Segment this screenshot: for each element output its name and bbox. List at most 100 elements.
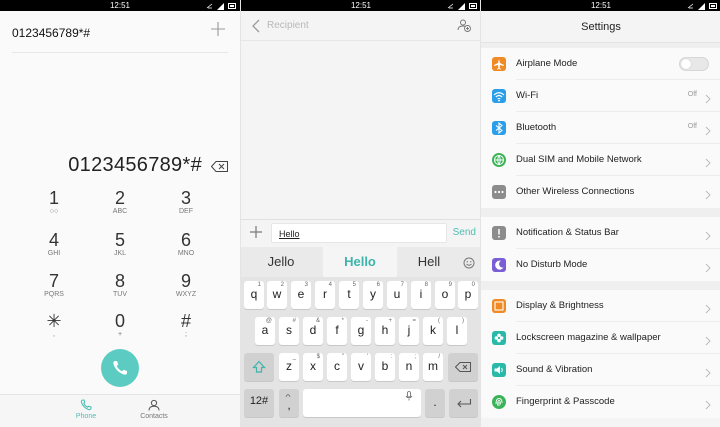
dialed-number: 0123456789*# xyxy=(68,154,202,176)
key-x[interactable]: $ x xyxy=(303,353,323,381)
comma-key[interactable]: , xyxy=(279,389,299,417)
symbols-key[interactable]: 12# xyxy=(244,389,274,417)
key-v[interactable]: ' v xyxy=(351,353,371,381)
settings-row-other-wireless[interactable]: Other Wireless Connections xyxy=(481,176,720,208)
settings-row-airplane[interactable]: Airplane Mode xyxy=(481,48,720,80)
voicemail-icon: ○○ xyxy=(49,208,59,215)
key-j[interactable]: = j xyxy=(399,317,419,345)
key-8[interactable]: 8 TUV xyxy=(90,271,150,311)
key-5[interactable]: 5 JKL xyxy=(90,230,150,270)
key-k[interactable]: (k xyxy=(423,317,443,345)
speaker-icon xyxy=(492,363,506,377)
person-icon xyxy=(148,399,160,411)
settings-row-no-disturb[interactable]: No Disturb Mode xyxy=(481,249,720,281)
key-q[interactable]: 1q xyxy=(244,281,264,309)
key-g[interactable]: -g xyxy=(351,317,371,345)
key-7[interactable]: 7 PQRS xyxy=(24,271,84,311)
key-w[interactable]: 2w xyxy=(267,281,287,309)
fingerprint-icon xyxy=(492,395,506,409)
key-0[interactable]: 0 + xyxy=(90,311,150,351)
key-b[interactable]: :b xyxy=(375,353,395,381)
add-contact-icon[interactable] xyxy=(210,21,226,37)
key-a[interactable]: @ a xyxy=(255,317,275,345)
settings-row-lockscreen[interactable]: Lockscreen magazine & wallpaper xyxy=(481,322,720,354)
signal-icon xyxy=(458,2,465,10)
settings-row-dual-sim[interactable]: Dual SIM and Mobile Network xyxy=(481,144,720,176)
attach-plus-icon[interactable] xyxy=(249,225,263,244)
key-l[interactable]: ) l xyxy=(447,317,467,345)
backspace-icon[interactable] xyxy=(210,159,228,172)
flower-icon xyxy=(492,331,506,345)
key-t[interactable]: 5t xyxy=(339,281,359,309)
bluetooth-icon xyxy=(492,121,506,135)
signal-icon xyxy=(698,2,705,10)
suggestion-3[interactable]: Hell xyxy=(397,247,461,277)
recent-number[interactable]: 0123456789*# xyxy=(12,26,90,40)
key-n[interactable]: ; n xyxy=(399,353,419,381)
key-z[interactable]: _ z xyxy=(279,353,299,381)
key-6[interactable]: 6 MNO xyxy=(156,230,216,270)
settings-row-notification[interactable]: Notification & Status Bar xyxy=(481,217,720,249)
suggestion-2[interactable]: Hello xyxy=(323,247,397,277)
key-star[interactable]: ✳, xyxy=(24,311,84,351)
enter-key[interactable] xyxy=(449,389,478,417)
chevron-right-icon xyxy=(705,155,711,173)
key-y[interactable]: 6y xyxy=(363,281,383,309)
tab-phone[interactable]: Phone xyxy=(56,399,116,420)
dialer-screen: 12:51 0123456789*# 0123456789*# 1 ○○ 2 ABC… xyxy=(0,0,240,427)
settings-row-wifi[interactable]: Wi-Fi Off xyxy=(481,80,720,112)
key-u[interactable]: 7u xyxy=(387,281,407,309)
battery-icon xyxy=(469,3,477,9)
key-r[interactable]: 4r xyxy=(315,281,335,309)
key-i[interactable]: 8i xyxy=(411,281,431,309)
mute-icon xyxy=(447,2,454,9)
chevron-right-icon xyxy=(705,301,711,319)
suggestion-bar: Jello Hello Hell xyxy=(241,247,480,277)
add-recipient-icon[interactable] xyxy=(457,18,471,37)
key-p[interactable]: 0p xyxy=(458,281,478,309)
suggestion-1[interactable]: Jello xyxy=(241,247,321,277)
key-d[interactable]: & d xyxy=(303,317,323,345)
key-h[interactable]: + h xyxy=(375,317,395,345)
key-9[interactable]: 9 WXYZ xyxy=(156,271,216,311)
space-key[interactable] xyxy=(303,389,421,417)
key-m[interactable]: / m xyxy=(423,353,443,381)
backspace-key[interactable] xyxy=(448,353,478,381)
tab-contacts[interactable]: Contacts xyxy=(124,399,184,420)
send-button[interactable]: Send xyxy=(453,227,476,238)
settings-row-sound[interactable]: Sound & Vibration xyxy=(481,354,720,386)
emoji-icon[interactable] xyxy=(463,256,475,274)
key-o[interactable]: 9o xyxy=(435,281,455,309)
airplane-mode-toggle[interactable] xyxy=(679,57,709,71)
key-1[interactable]: 1 ○○ xyxy=(24,188,84,228)
recipient-input[interactable]: Recipient xyxy=(267,20,309,31)
chevron-right-icon xyxy=(705,228,711,246)
chevron-right-icon xyxy=(705,123,711,141)
airplane-icon xyxy=(492,57,506,71)
key-3[interactable]: 3 DEF xyxy=(156,188,216,228)
moon-icon xyxy=(492,258,506,272)
message-input[interactable]: Hello xyxy=(271,223,447,243)
key-s[interactable]: # s xyxy=(279,317,299,345)
enter-icon xyxy=(456,399,471,408)
call-button[interactable] xyxy=(101,349,139,387)
key-c[interactable]: " c xyxy=(327,353,347,381)
microphone-icon xyxy=(405,391,413,401)
settings-row-fingerprint[interactable]: Fingerprint & Passcode xyxy=(481,386,720,418)
key-hash[interactable]: #; xyxy=(156,311,216,351)
message-screen: 12:51 Recipient Hello Send Jello Hello H… xyxy=(240,0,480,427)
key-4[interactable]: 4 GHI xyxy=(24,230,84,270)
back-chevron-icon[interactable] xyxy=(251,19,261,38)
settings-row-display[interactable]: Display & Brightness xyxy=(481,290,720,322)
key-e[interactable]: 3e xyxy=(291,281,311,309)
key-f[interactable]: * f xyxy=(327,317,347,345)
shift-key[interactable] xyxy=(244,353,274,381)
key-2[interactable]: 2 ABC xyxy=(90,188,150,228)
section-gap xyxy=(481,281,720,290)
chevron-right-icon xyxy=(705,333,711,351)
period-key[interactable]: . xyxy=(425,389,445,417)
settings-row-bluetooth[interactable]: Bluetooth Off xyxy=(481,112,720,144)
page-title: Settings xyxy=(481,11,720,43)
status-time: 12:51 xyxy=(109,1,131,10)
dialer-header: 0123456789*# xyxy=(0,11,240,53)
